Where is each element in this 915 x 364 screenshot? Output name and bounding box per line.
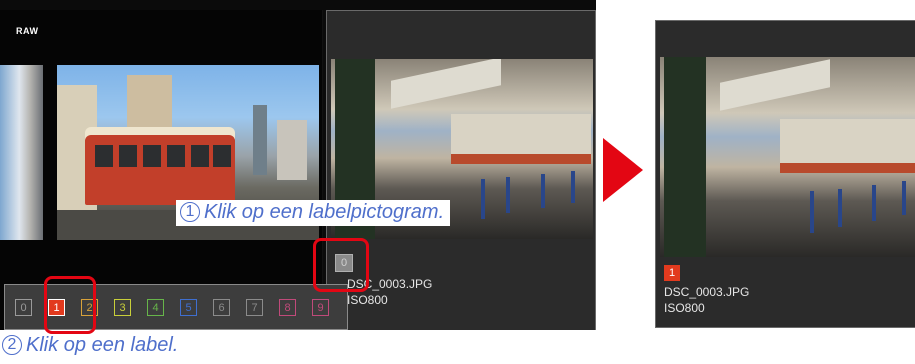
- thumbnail-photo-partial: [0, 65, 43, 240]
- label-option-6[interactable]: 6: [213, 299, 230, 316]
- step-1-text: Klik op een labelpictogram.: [204, 201, 445, 223]
- callout-step-2: 2 Klik op een label.: [2, 334, 178, 357]
- result-filename: DSC_0003.JPG: [664, 285, 750, 299]
- result-thumbnail: 1 DSC_0003.JPG ISO800: [655, 20, 915, 328]
- label-option-8[interactable]: 8: [279, 299, 296, 316]
- label-option-9[interactable]: 9: [312, 299, 329, 316]
- highlight-label-option: [44, 276, 96, 334]
- arrow-right-icon: [603, 138, 643, 202]
- label-option-7[interactable]: 7: [246, 299, 263, 316]
- step-number-2: 2: [2, 335, 22, 355]
- label-option-3[interactable]: 3: [114, 299, 131, 316]
- label-option-5[interactable]: 5: [180, 299, 197, 316]
- step-2-text: Klik op een label.: [26, 334, 179, 356]
- result-photo-street: [660, 57, 915, 257]
- raw-badge: RAW: [16, 26, 39, 36]
- result-label-icon: 1: [664, 265, 680, 281]
- iso-value: ISO800: [347, 293, 388, 307]
- result-iso: ISO800: [664, 301, 705, 315]
- label-option-4[interactable]: 4: [147, 299, 164, 316]
- highlight-label-icon: [313, 238, 369, 292]
- step-number-1: 1: [180, 202, 200, 222]
- label-option-0[interactable]: 0: [15, 299, 32, 316]
- callout-step-1: 1 Klik op een labelpictogram.: [176, 200, 451, 226]
